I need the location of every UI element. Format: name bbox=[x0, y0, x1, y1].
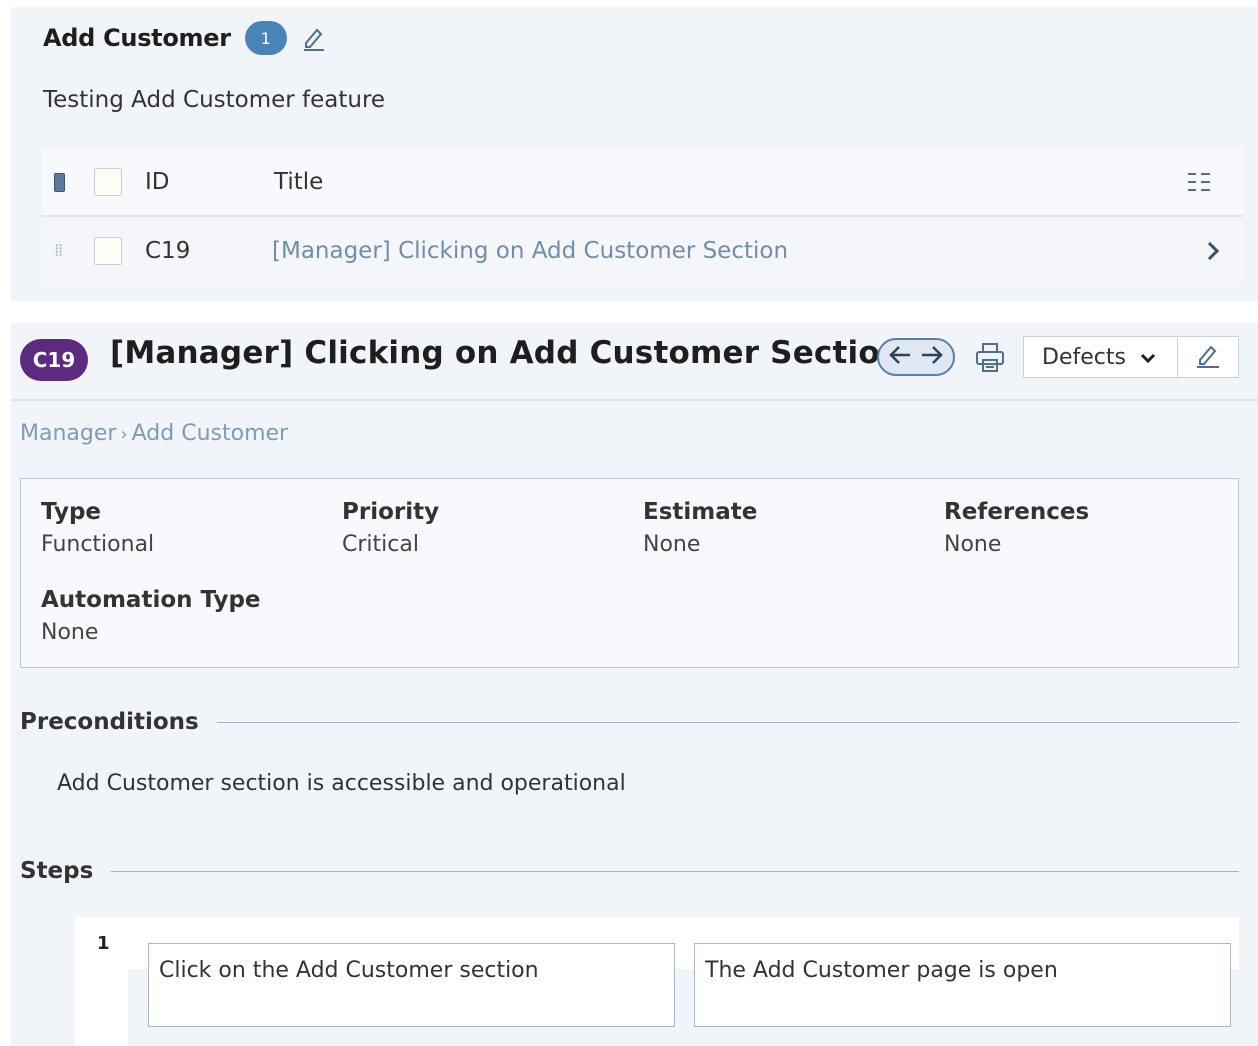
arrow-right-icon[interactable] bbox=[920, 345, 944, 369]
header-title[interactable]: Title bbox=[274, 149, 323, 215]
case-actions: Defects bbox=[1023, 336, 1239, 378]
divider bbox=[111, 870, 1239, 872]
breadcrumb: Manager › Add Customer bbox=[20, 421, 288, 446]
breadcrumb-separator-icon: › bbox=[120, 424, 128, 445]
step-number: 1 bbox=[97, 933, 110, 954]
column-indicator-icon[interactable] bbox=[54, 149, 65, 215]
step-expected-result: The Add Customer page is open bbox=[694, 943, 1231, 1027]
section-title: Add Customer bbox=[43, 24, 231, 52]
cases-table: ID Title ⁞⁞ C19 [Manager] Clicking on Ad… bbox=[42, 149, 1243, 285]
pencil-icon bbox=[1195, 342, 1221, 372]
property-value: None bbox=[41, 620, 99, 645]
property-value: Functional bbox=[41, 532, 155, 557]
defects-dropdown-button[interactable]: Defects bbox=[1024, 337, 1178, 377]
preconditions-title: Preconditions bbox=[20, 709, 199, 735]
section-header: Add Customer 1 bbox=[43, 21, 327, 55]
arrow-left-icon[interactable] bbox=[888, 345, 912, 369]
property-priority: Priority Critical bbox=[342, 495, 439, 561]
case-properties: Type Functional Priority Critical Estima… bbox=[20, 478, 1239, 668]
row-title-link[interactable]: [Manager] Clicking on Add Customer Secti… bbox=[272, 217, 788, 285]
edit-case-button[interactable] bbox=[1178, 337, 1238, 377]
breadcrumb-item-manager[interactable]: Manager bbox=[20, 421, 116, 446]
case-navigation bbox=[877, 338, 955, 376]
case-id-badge: C19 bbox=[20, 339, 88, 381]
property-label: Type bbox=[41, 499, 102, 525]
pencil-icon[interactable] bbox=[301, 23, 327, 53]
table-row[interactable]: ⁞⁞ C19 [Manager] Clicking on Add Custome… bbox=[42, 217, 1243, 285]
drag-handle-icon[interactable]: ⁞⁞ bbox=[54, 217, 64, 285]
property-label: References bbox=[944, 499, 1090, 525]
property-automation-type: Automation Type None bbox=[41, 583, 261, 649]
step-number-column: 1 bbox=[75, 917, 128, 1046]
section-panel: Add Customer 1 Testing Add Customer feat… bbox=[11, 7, 1258, 301]
property-references: References None bbox=[944, 495, 1089, 561]
case-title: [Manager] Clicking on Add Customer Secti… bbox=[110, 335, 903, 371]
preconditions-header: Preconditions bbox=[20, 705, 1239, 739]
printer-icon[interactable] bbox=[973, 340, 1007, 376]
steps-list: 1 Click on the Add Customer section The … bbox=[75, 917, 1239, 1046]
property-value: None bbox=[643, 532, 701, 557]
property-type: Type Functional bbox=[41, 495, 154, 561]
property-label: Priority bbox=[342, 499, 440, 525]
section-description: Testing Add Customer feature bbox=[43, 87, 386, 113]
defects-label: Defects bbox=[1042, 344, 1126, 370]
divider bbox=[216, 721, 1239, 723]
case-count-badge: 1 bbox=[244, 21, 287, 55]
property-value: None bbox=[944, 532, 1002, 557]
breadcrumb-item-add-customer[interactable]: Add Customer bbox=[132, 421, 288, 446]
row-id: C19 bbox=[145, 238, 191, 264]
case-header: C19 [Manager] Clicking on Add Customer S… bbox=[11, 323, 1258, 401]
steps-header: Steps bbox=[20, 854, 1239, 888]
step-action: Click on the Add Customer section bbox=[148, 943, 675, 1027]
property-value: Critical bbox=[342, 532, 419, 557]
case-detail-panel: C19 [Manager] Clicking on Add Customer S… bbox=[11, 323, 1258, 1046]
property-estimate: Estimate None bbox=[643, 495, 757, 561]
property-label: Automation Type bbox=[41, 587, 261, 613]
header-id[interactable]: ID bbox=[145, 149, 170, 215]
steps-title: Steps bbox=[20, 858, 94, 884]
columns-icon[interactable] bbox=[1186, 149, 1212, 215]
preconditions-text: Add Customer section is accessible and o… bbox=[57, 771, 626, 796]
row-checkbox[interactable] bbox=[94, 217, 122, 285]
select-all-checkbox[interactable] bbox=[94, 149, 122, 215]
chevron-down-icon bbox=[1140, 345, 1156, 370]
property-label: Estimate bbox=[643, 499, 758, 525]
chevron-right-icon[interactable] bbox=[1205, 217, 1221, 285]
table-header: ID Title bbox=[42, 149, 1243, 217]
